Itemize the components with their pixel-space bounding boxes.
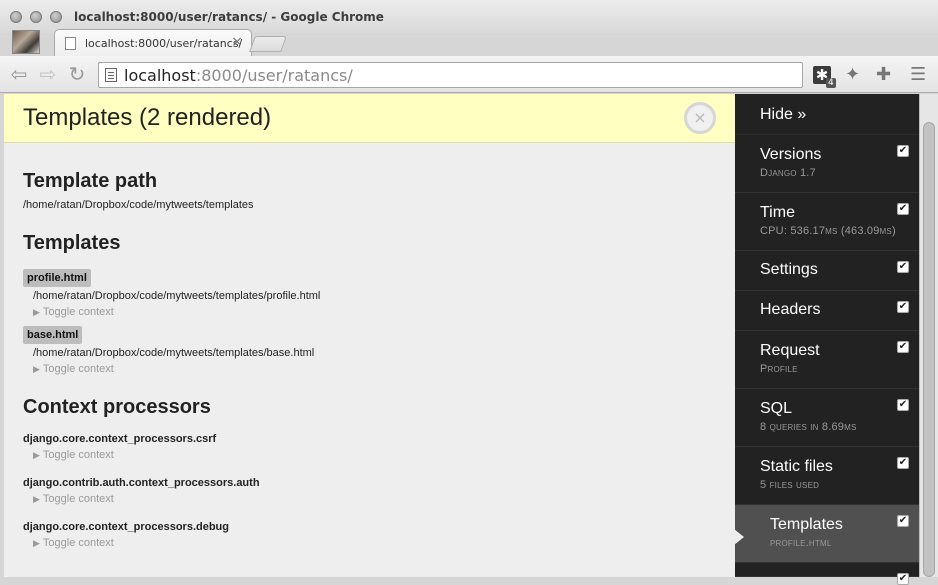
toolbar-item-subtitle: Profile — [760, 363, 798, 375]
toggle-context-link[interactable]: ▶ Toggle context — [33, 537, 716, 549]
templates-panel: Templates (2 rendered) × Template path /… — [4, 94, 735, 577]
toolbar-item-label: Settings — [760, 261, 818, 278]
template-path-heading: Template path — [23, 170, 158, 192]
toolbar-item-headers[interactable]: Headers ✔ — [735, 291, 919, 331]
template-entry: base.html /home/ratan/Dropbox/code/mytwe… — [23, 318, 716, 375]
processor-name: django.contrib.auth.context_processors.a… — [23, 477, 260, 489]
scrollbar-thumb[interactable] — [923, 122, 935, 577]
panel-toggle-checkbox[interactable]: ✔ — [897, 457, 909, 469]
template-entry: profile.html /home/ratan/Dropbox/code/my… — [23, 255, 716, 318]
triangle-right-icon: ▶ — [33, 538, 40, 548]
toolbar-item-subtitle: CPU: 536.17ms (463.09ms) — [760, 225, 896, 237]
toolbar-item-sql[interactable]: SQL 8 queries in 8.69ms ✔ — [735, 389, 919, 447]
toolbar-item-label: Headers — [760, 301, 821, 318]
toolbar-item-label: Versions — [760, 146, 822, 163]
page-icon — [65, 37, 76, 50]
processor-name: django.core.context_processors.debug — [23, 521, 229, 533]
panel-title: Templates (2 rendered) — [23, 104, 272, 131]
toggle-context-link[interactable]: ▶ Toggle context — [33, 306, 716, 318]
minimize-window-button[interactable] — [30, 11, 42, 23]
close-window-button[interactable] — [10, 11, 22, 23]
puzzle-extension-icon[interactable]: ✚ — [876, 64, 891, 85]
window-title: localhost:8000/user/ratancs/ - Google Ch… — [74, 10, 384, 24]
triangle-right-icon: ▶ — [33, 450, 40, 460]
processor-entry: django.core.context_processors.debug ▶ To… — [23, 521, 716, 549]
url-text: localhost:8000/user/ratancs/ — [124, 66, 353, 85]
toolbar-item-label: Time — [760, 204, 795, 221]
panel-toggle-checkbox[interactable]: ✔ — [897, 301, 909, 313]
panel-toggle-checkbox[interactable]: ✔ — [897, 399, 909, 411]
debug-toolbar: Hide » Versions Django 1.7 ✔ Time CPU: 5… — [734, 94, 919, 585]
panel-toggle-checkbox[interactable]: ✔ — [897, 341, 909, 353]
browser-toolbar: ⇦ ⇨ ↻ localhost:8000/user/ratancs/ ✱ 4 ✦… — [0, 56, 938, 93]
panel-header: Templates (2 rendered) × — [4, 94, 735, 143]
panel-toggle-checkbox[interactable]: ✔ — [897, 203, 909, 215]
address-bar[interactable]: localhost:8000/user/ratancs/ — [98, 62, 803, 88]
browser-tab[interactable]: localhost:8000/user/ratancs/ × — [54, 29, 252, 56]
template-name: base.html — [23, 326, 83, 344]
toggle-context-link[interactable]: ▶ Toggle context — [33, 493, 716, 505]
template-file-path: /home/ratan/Dropbox/code/mytweets/templa… — [33, 347, 315, 359]
toolbar-item-label: Request — [760, 342, 820, 359]
triangle-right-icon: ▶ — [33, 494, 40, 504]
toolbar-item-versions[interactable]: Versions Django 1.7 ✔ — [735, 135, 919, 193]
panel-toggle-checkbox[interactable]: ✔ — [897, 261, 909, 273]
template-file-path: /home/ratan/Dropbox/code/mytweets/templa… — [33, 290, 321, 302]
toggle-context-link[interactable]: ▶ Toggle context — [33, 449, 716, 461]
panel-toggle-checkbox[interactable]: ✔ — [897, 145, 909, 157]
processor-name: django.core.context_processors.csrf — [23, 433, 217, 445]
template-name: profile.html — [23, 269, 91, 287]
toolbar-item-subtitle: 8 queries in 8.69ms — [760, 421, 857, 433]
triangle-right-icon: ▶ — [33, 364, 40, 374]
reload-icon[interactable]: ↻ — [66, 64, 88, 84]
toolbar-item-label: Static files — [760, 458, 833, 475]
tab-title: localhost:8000/user/ratancs/ — [85, 37, 243, 50]
templates-heading: Templates — [23, 232, 121, 254]
bird-extension-icon[interactable]: ✦ — [845, 64, 860, 85]
context-processors-heading: Context processors — [23, 396, 211, 418]
toolbar-item-subtitle: Django 1.7 — [760, 167, 816, 179]
close-icon[interactable]: × — [684, 102, 716, 134]
hide-toolbar-link[interactable]: Hide » — [735, 94, 919, 135]
menu-icon[interactable]: ☰ — [910, 64, 926, 85]
back-icon[interactable]: ⇦ — [8, 64, 30, 84]
toggle-context-link[interactable]: ▶ Toggle context — [33, 363, 716, 375]
profile-avatar[interactable] — [12, 30, 40, 54]
toolbar-item-next[interactable]: ✔ — [735, 563, 919, 585]
active-pointer-icon — [734, 529, 744, 545]
page-icon — [105, 68, 117, 82]
processor-entry: django.core.context_processors.csrf ▶ Tog… — [23, 433, 716, 461]
toolbar-item-subtitle: 5 files used — [760, 479, 820, 491]
panel-toggle-checkbox[interactable]: ✔ — [897, 573, 909, 585]
toolbar-item-settings[interactable]: Settings ✔ — [735, 251, 919, 291]
toolbar-item-time[interactable]: Time CPU: 536.17ms (463.09ms) ✔ — [735, 193, 919, 251]
forward-icon[interactable]: ⇨ — [37, 64, 59, 84]
triangle-right-icon: ▶ — [33, 307, 40, 317]
toolbar-item-templates[interactable]: Templates profile.html ✔ — [734, 505, 919, 563]
template-path: /home/ratan/Dropbox/code/mytweets/templa… — [23, 199, 254, 211]
toolbar-item-subtitle: profile.html — [770, 537, 832, 549]
processor-entry: django.contrib.auth.context_processors.a… — [23, 477, 716, 505]
maximize-window-button[interactable] — [50, 11, 62, 23]
toolbar-item-label: SQL — [760, 400, 793, 417]
toolbar-item-request[interactable]: Request Profile ✔ — [735, 331, 919, 389]
extension-badge: 4 — [826, 78, 836, 88]
page-scrollbar[interactable] — [919, 94, 938, 577]
toolbar-item-static-files[interactable]: Static files 5 files used ✔ — [735, 447, 919, 505]
tab-close-icon[interactable]: × — [231, 34, 243, 50]
new-tab-button[interactable] — [249, 36, 287, 52]
panel-toggle-checkbox[interactable]: ✔ — [897, 515, 909, 527]
